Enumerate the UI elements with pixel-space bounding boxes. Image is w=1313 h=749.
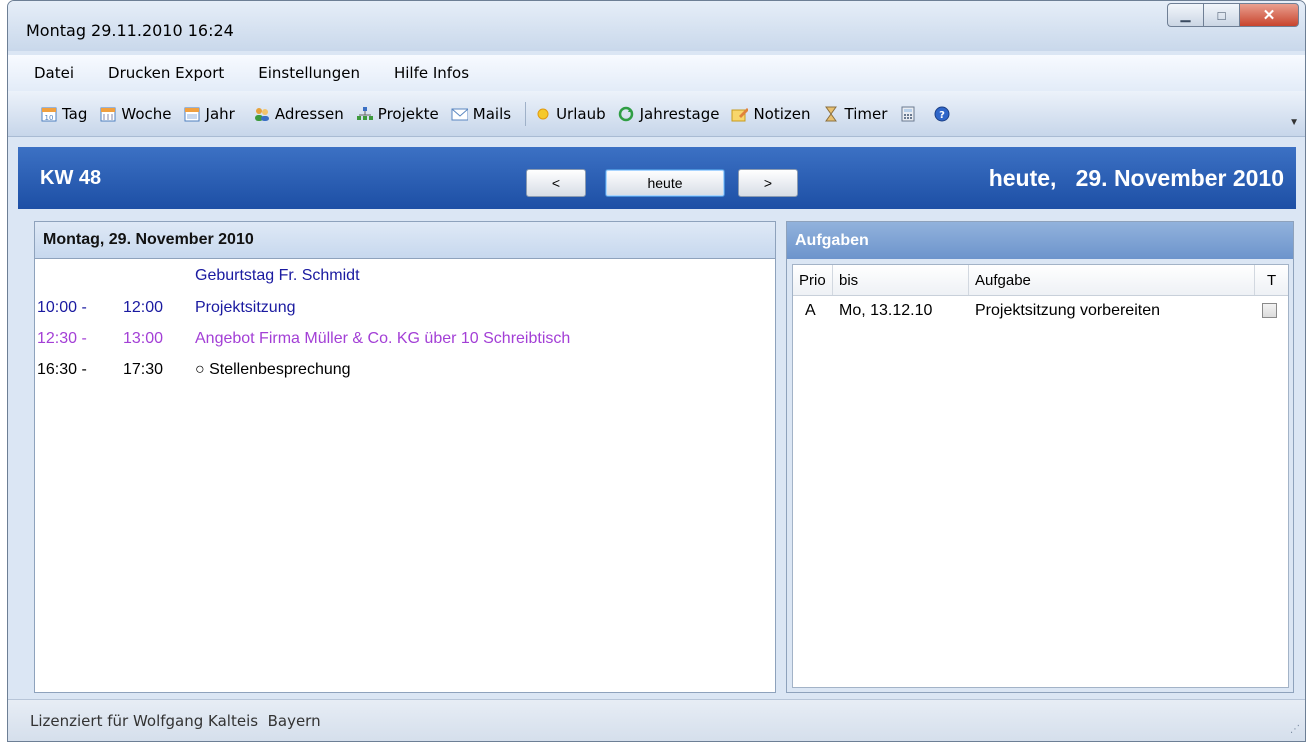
toolbar-woche-label: Woche <box>121 104 172 123</box>
appointment-end: 13:00 <box>123 330 164 347</box>
task-done-checkbox[interactable] <box>1262 303 1277 318</box>
toolbar-mails-label: Mails <box>472 104 512 123</box>
appointment-end: 17:30 <box>123 361 164 378</box>
toolbar-jahr-button[interactable]: Jahr <box>184 105 235 123</box>
anniversary-cycle-icon <box>618 106 635 122</box>
appointment-text: Geburtstag Fr. Schmidt <box>195 267 360 284</box>
app-window: Montag 29.11.2010 16:24 ▁ □ ✕ Datei Druc… <box>7 0 1306 742</box>
appointment-text: Projektsitzung <box>195 299 296 316</box>
notes-pencil-icon <box>731 106 749 122</box>
appointment-text: Angebot Firma Müller & Co. KG über 10 Sc… <box>195 330 571 347</box>
hourglass-icon <box>823 106 840 122</box>
toolbar-mails-button[interactable]: Mails <box>451 105 511 123</box>
week-calendar-icon <box>99 106 116 122</box>
help-icon: ? <box>933 106 950 122</box>
toolbar-overflow-chevron-icon[interactable]: ▼ <box>1289 117 1299 128</box>
toolbar-timer-button[interactable]: Timer <box>823 104 888 123</box>
close-button[interactable]: ✕ <box>1239 3 1299 27</box>
contacts-icon <box>253 106 270 122</box>
resize-grip-icon[interactable]: ⋰ <box>1290 724 1300 735</box>
appointment-start: 12:30 - <box>37 330 87 347</box>
toolbar-adressen-button[interactable]: Adressen <box>253 105 344 123</box>
toolbar-jahrestage-label: Jahrestage <box>639 104 720 123</box>
toolbar-jahr-label: Jahr <box>205 104 235 123</box>
menu-einstellungen[interactable]: Einstellungen <box>258 64 360 82</box>
sun-icon <box>534 106 551 122</box>
tasks-table: Prio bis Aufgabe T A Mo, 13.12.10 Projek… <box>792 264 1289 688</box>
toolbar-projekte-label: Projekte <box>377 104 439 123</box>
current-date-label: heute, 29. November 2010 <box>988 165 1284 191</box>
window-title: Montag 29.11.2010 16:24 <box>26 21 234 40</box>
task-prio: A <box>805 302 816 319</box>
tasks-title: Aufgaben <box>787 222 1293 259</box>
toolbar-calculator-button[interactable] <box>899 106 921 122</box>
column-header-t[interactable]: T <box>1255 265 1288 295</box>
status-bar: Lizenziert für Wolfgang Kalteis Bayern ⋰ <box>8 699 1305 741</box>
menu-drucken-export[interactable]: Drucken Export <box>108 64 224 82</box>
toolbar-tag-button[interactable]: 10 Tag <box>40 105 87 123</box>
day-calendar-icon: 10 <box>40 106 57 122</box>
previous-week-button[interactable]: < <box>526 169 586 197</box>
toolbar-notizen-label: Notizen <box>753 104 811 123</box>
license-text: Lizenziert für Wolfgang Kalteis Bayern <box>30 711 321 730</box>
day-view-panel: Montag, 29. November 2010 Geburtstag Fr.… <box>34 221 776 693</box>
appointment-start: 10:00 - <box>37 299 87 316</box>
tasks-panel: Aufgaben Prio bis Aufgabe T A Mo, 13.12.… <box>786 221 1294 693</box>
toolbar-woche-button[interactable]: Woche <box>99 104 172 123</box>
menu-bar: Datei Drucken Export Einstellungen Hilfe… <box>8 55 1305 91</box>
title-bar: Montag 29.11.2010 16:24 ▁ □ ✕ <box>8 1 1305 51</box>
project-tree-icon <box>356 106 373 122</box>
window-controls: ▁ □ ✕ <box>1167 3 1299 27</box>
toolbar-urlaub-label: Urlaub <box>556 104 606 123</box>
year-calendar-icon <box>184 106 201 122</box>
appointment-text: ○ Stellenbesprechung <box>195 361 351 378</box>
menu-datei[interactable]: Datei <box>34 64 74 82</box>
task-due-date: Mo, 13.12.10 <box>839 302 933 319</box>
today-button[interactable]: heute <box>605 169 725 197</box>
day-title: Montag, 29. November 2010 <box>35 222 775 259</box>
close-icon: ✕ <box>1262 7 1276 24</box>
toolbar-separator <box>525 101 527 126</box>
column-header-aufgabe[interactable]: Aufgabe <box>969 265 1255 295</box>
toolbar-adressen-label: Adressen <box>274 104 344 123</box>
minimize-icon: ▁ <box>1180 7 1191 22</box>
toolbar-notizen-button[interactable]: Notizen <box>731 104 811 123</box>
column-header-bis[interactable]: bis <box>833 265 969 295</box>
toolbar-help-button[interactable]: ? <box>933 106 955 122</box>
svg-text:?: ? <box>939 110 945 121</box>
calculator-icon <box>899 106 916 122</box>
toolbar: 10 Tag Woche Jahr Adressen Projekte Mail… <box>8 91 1305 137</box>
toolbar-tag-label: Tag <box>62 104 88 123</box>
toolbar-timer-label: Timer <box>844 104 888 123</box>
menu-hilfe-infos[interactable]: Hilfe Infos <box>394 64 469 82</box>
maximize-icon: □ <box>1217 7 1226 23</box>
tasks-table-header: Prio bis Aufgabe T <box>793 265 1288 296</box>
next-week-button[interactable]: > <box>738 169 798 197</box>
mail-icon <box>451 106 468 122</box>
task-description: Projektsitzung vorbereiten <box>975 302 1160 319</box>
toolbar-urlaub-button[interactable]: Urlaub <box>534 105 606 123</box>
svg-text:10: 10 <box>44 114 53 122</box>
appointment-end: 12:00 <box>123 299 164 316</box>
column-header-prio[interactable]: Prio <box>793 265 833 295</box>
maximize-button[interactable]: □ <box>1203 3 1239 27</box>
toolbar-jahrestage-button[interactable]: Jahrestage <box>618 104 720 123</box>
minimize-button[interactable]: ▁ <box>1167 3 1203 27</box>
week-number: KW 48 <box>40 167 102 189</box>
appointment-start: 16:30 - <box>37 361 87 378</box>
toolbar-projekte-button[interactable]: Projekte <box>356 105 439 123</box>
week-header: KW 48 < heute > heute, 29. November 2010 <box>18 147 1296 209</box>
